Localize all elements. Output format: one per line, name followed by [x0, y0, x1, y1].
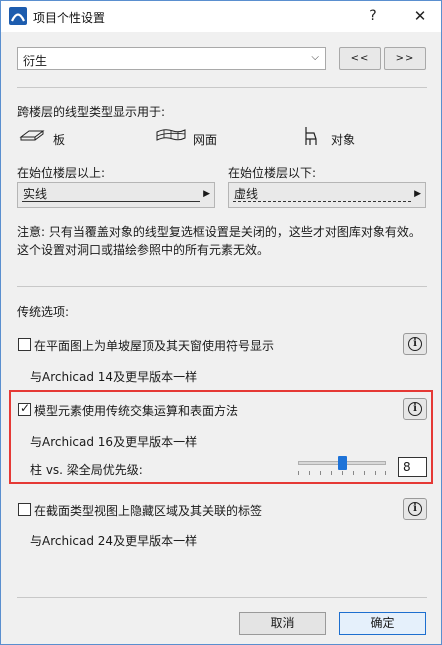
chevron-down-icon: ⌵	[311, 52, 319, 63]
legacy-heading: 传统选项:	[17, 305, 70, 319]
priority-slider-ticks	[298, 471, 386, 475]
solid-line-preview	[22, 201, 200, 202]
ok-button[interactable]: 确定	[339, 612, 426, 635]
object-label: 对象	[331, 133, 356, 147]
mesh-label: 网面	[193, 133, 218, 147]
info-button[interactable]: i	[403, 333, 427, 355]
previous-preset-button[interactable]: <<	[339, 47, 381, 70]
help-button[interactable]: ?	[359, 5, 387, 27]
below-story-label: 在始位楼层以下:	[228, 166, 317, 180]
project-preferences-dialog: 项目个性设置 ? ✕ 衍生 ⌵ << >> 跨楼层的线型类型显示用于: 板 网面…	[0, 0, 442, 645]
linetype-heading: 跨楼层的线型类型显示用于:	[17, 105, 166, 119]
archicad-app-icon	[9, 7, 27, 25]
legacy-option-3-note: 与Archicad 24及更早版本一样	[30, 534, 198, 548]
dashed-line-preview	[233, 201, 411, 202]
priority-label: 柱 vs. 梁全局优先级:	[30, 463, 143, 477]
legacy-option-2-note: 与Archicad 16及更早版本一样	[30, 435, 198, 449]
note-line-1: 注意: 只有当覆盖对象的线型复选框设置是关闭的，这些才对图库对象有效。	[17, 225, 421, 239]
legacy-option-1-checkbox[interactable]	[18, 338, 31, 351]
legacy-option-1-note: 与Archicad 14及更早版本一样	[30, 370, 198, 384]
play-arrow-icon: ▶	[203, 189, 210, 199]
mesh-icon	[155, 126, 187, 149]
info-icon: i	[408, 402, 422, 416]
legacy-option-3-checkbox[interactable]	[18, 503, 31, 516]
divider	[17, 286, 427, 287]
info-icon: i	[408, 337, 422, 351]
below-linetype-selector[interactable]: 虚线 ▶	[228, 182, 426, 208]
play-arrow-icon: ▶	[414, 189, 421, 199]
cancel-button[interactable]: 取消	[239, 612, 326, 635]
object-chair-icon	[302, 125, 320, 150]
above-linetype-value: 实线	[23, 187, 48, 201]
preset-dropdown[interactable]: 衍生 ⌵	[17, 47, 326, 70]
legacy-option-3-label: 在截面类型视图上隐藏区域及其关联的标签	[34, 504, 263, 518]
preset-value: 衍生	[23, 54, 48, 68]
above-linetype-selector[interactable]: 实线 ▶	[17, 182, 215, 208]
priority-slider-handle[interactable]	[338, 456, 347, 470]
legacy-option-2-checkbox[interactable]: ✓	[18, 401, 31, 416]
above-story-label: 在始位楼层以上:	[17, 166, 106, 180]
info-button[interactable]: i	[403, 398, 427, 420]
slab-label: 板	[53, 133, 66, 147]
legacy-option-2-label: 模型元素使用传统交集运算和表面方法	[34, 404, 239, 418]
close-button[interactable]: ✕	[406, 5, 434, 27]
info-button[interactable]: i	[403, 498, 427, 520]
next-preset-button[interactable]: >>	[384, 47, 426, 70]
window-title: 项目个性设置	[33, 11, 106, 25]
divider	[17, 597, 427, 598]
legacy-option-1-label: 在平面图上为单坡屋顶及其天窗使用符号显示	[34, 339, 275, 353]
info-icon: i	[408, 502, 422, 516]
priority-value-field[interactable]: 8	[398, 457, 427, 477]
divider	[17, 87, 427, 88]
slab-icon	[19, 128, 45, 147]
below-linetype-value: 虚线	[234, 187, 259, 201]
note-line-2: 这个设置对洞口或描绘参照中的所有元素无效。	[17, 243, 270, 257]
title-bar: 项目个性设置 ? ✕	[1, 1, 441, 32]
checkmark-icon: ✓	[20, 401, 31, 415]
